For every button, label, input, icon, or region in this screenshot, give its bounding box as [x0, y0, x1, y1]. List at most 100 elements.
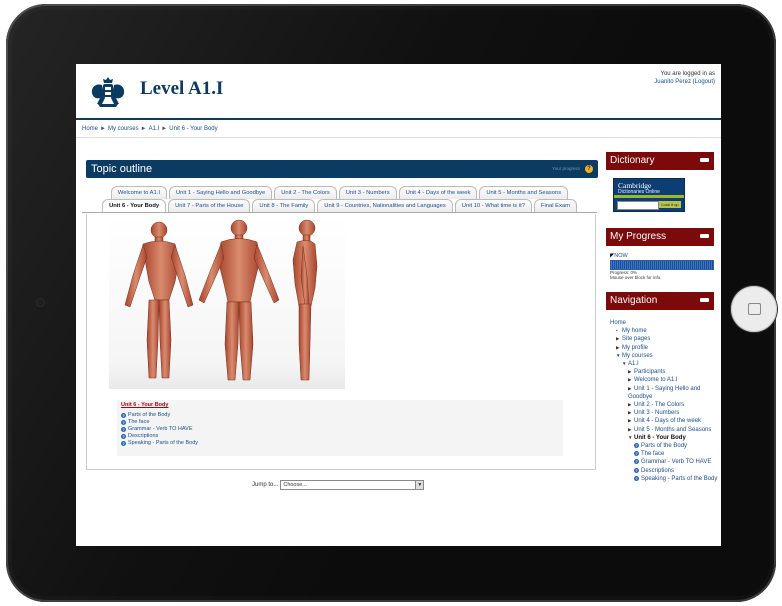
nav-item[interactable]: Home [610, 319, 718, 327]
nav-item[interactable]: ▶ Participants [610, 368, 718, 376]
nav-item[interactable]: ? Grammar - Verb TO HAVE [610, 458, 718, 466]
nav-item-label: Unit 1 - Saying Hello and Goodbye [628, 385, 701, 400]
quiz-icon: ? [121, 434, 126, 439]
dictionary-block-title: Dictionary [610, 155, 655, 166]
your-progress-label: Your progress [552, 166, 580, 171]
nav-item[interactable]: ▶ Unit 2 - The Colors [610, 401, 718, 409]
nav-item[interactable]: ▶ Unit 4 - Days of the week [610, 417, 718, 425]
breadcrumb-separator: ► [100, 126, 106, 132]
jump-to-select[interactable]: Choose... ▼ [280, 480, 425, 490]
activity-item[interactable]: ? The face [121, 419, 198, 426]
nav-item[interactable]: • My home [610, 327, 718, 335]
nav-item-label: Welcome to A1.I [634, 377, 678, 384]
nav-item[interactable]: ? Speaking - Parts of the Body [610, 475, 718, 483]
quiz-icon: ? [634, 451, 639, 457]
nav-item[interactable]: ▼ A1.I [610, 360, 718, 368]
block-collapse-icon[interactable] [700, 234, 709, 238]
nav-item[interactable]: ▼ My courses [610, 352, 718, 360]
progress-block-header: My Progress [606, 228, 714, 246]
navigation-block-title: Navigation [610, 295, 658, 306]
tab-unit-2-the-colors[interactable]: Unit 2 - The Colors [274, 186, 337, 199]
camera-icon [37, 299, 44, 306]
nav-item-label: Speaking - Parts of the Body [641, 475, 718, 482]
activity-list: ? Parts of the Body? The face? Grammar - Ve… [121, 412, 198, 447]
activity-label: Descriptions [128, 433, 159, 439]
tab-welcome-to-a1-i[interactable]: Welcome to A1.I [110, 186, 167, 199]
quiz-icon: ? [121, 420, 126, 425]
tab-unit-5-months-and-seasons[interactable]: Unit 5 - Months and Seasons [479, 186, 569, 199]
dictionary-block-header: Dictionary [606, 152, 714, 170]
quiz-icon: ? [634, 459, 639, 465]
jump-to-value: Choose... [283, 482, 307, 488]
breadcrumb-my-courses[interactable]: My courses [108, 126, 139, 132]
block-collapse-icon[interactable] [700, 158, 709, 162]
activity-item[interactable]: ? Grammar - Verb TO HAVE [121, 426, 198, 433]
tab-unit-10-what-time-is-it[interactable]: Unit 10 - What time is it? [454, 199, 532, 212]
dictionary-search-input[interactable] [617, 201, 659, 210]
tab-unit-1-saying-hello-and-goodbye[interactable]: Unit 1 - Saying Hello and Goodbye [168, 186, 273, 199]
tab-unit-6-your-body[interactable]: Unit 6 - Your Body [102, 199, 167, 212]
section-title-link[interactable]: Unit 6 - Your Body [121, 402, 168, 408]
tab-unit-3-numbers[interactable]: Unit 3 - Numbers [338, 186, 397, 199]
progress-text: Progress: 0% Mouse over block for info. [610, 270, 662, 280]
quiz-icon: ? [634, 443, 639, 449]
tabs-divider [82, 212, 597, 213]
nav-item[interactable]: ▶ Unit 3 - Numbers [610, 409, 718, 417]
activity-item[interactable]: ? Speaking - Parts of the Body [121, 440, 198, 447]
tab-unit-9-countries-nationalities-and-languages[interactable]: Unit 9 - Countries, Nationalities and La… [317, 199, 453, 212]
nav-item[interactable]: ? Parts of the Body [610, 442, 718, 450]
tab-unit-7-parts-of-the-house[interactable]: Unit 7 - Parts of the House [168, 199, 251, 212]
nav-item[interactable]: ▶ Unit 1 - Saying Hello and Goodbye [610, 385, 718, 401]
nav-item-label: Descriptions [641, 467, 675, 474]
nav-item-label: Participants [634, 369, 666, 376]
tab-row-2: Unit 6 - Your Body Unit 7 - Parts of the … [82, 199, 597, 212]
nav-item-label: A1.I [628, 361, 639, 368]
quiz-icon: ? [634, 475, 639, 481]
user-link[interactable]: Juanito Perez [654, 79, 691, 85]
anatomy-image [109, 214, 345, 389]
progress-now-label: NOW [614, 253, 628, 259]
header-divider [76, 118, 721, 120]
topic-outline-title: Topic outline [91, 163, 153, 175]
progress-bar[interactable] [610, 260, 714, 270]
logout-link[interactable]: (Logout) [693, 79, 715, 85]
nav-item-label: Parts of the Body [641, 443, 688, 450]
navigation-block-header: Navigation [606, 292, 714, 310]
nav-item-label: Home [610, 320, 627, 326]
progress-hint: Mouse over block for info. [610, 275, 662, 280]
look-it-up-button[interactable]: Look it up [659, 201, 681, 208]
nav-item[interactable]: ▶ Unit 5 - Months and Seasons [610, 426, 718, 434]
progress-now-marker: ◤NOW [610, 253, 628, 259]
nav-item[interactable]: ▶ Welcome to A1.I [610, 376, 718, 384]
tab-unit-4-days-of-the-week[interactable]: Unit 4 - Days of the week [398, 186, 478, 199]
block-collapse-icon[interactable] [700, 298, 709, 302]
breadcrumb: Home ► My courses ► A1.I ► Unit 6 - Your Body [82, 126, 218, 132]
unit-tabs: Welcome to A1.I Unit 1 - Saying Hello and… [82, 186, 597, 212]
nav-item[interactable]: ? Descriptions [610, 467, 718, 475]
muscle-figures-icon [124, 219, 318, 381]
breadcrumb-course[interactable]: A1.I [149, 126, 160, 132]
activity-label: Parts of the Body [128, 412, 171, 418]
breadcrumb-divider [76, 137, 721, 138]
login-line: You are logged in as [660, 71, 716, 77]
nav-item[interactable]: ▼ Unit 6 - Your Body [610, 434, 718, 442]
nav-item-label: Unit 5 - Months and Seasons [634, 426, 712, 433]
tab-final-exam[interactable]: Final Exam [533, 199, 577, 212]
home-square-icon [747, 303, 761, 315]
breadcrumb-current: Unit 6 - Your Body [169, 126, 218, 132]
activity-label: Grammar - Verb TO HAVE [128, 426, 193, 432]
nav-item[interactable]: ▶ Site pages [610, 335, 718, 343]
login-info: You are logged in as Juanito Perez (Logo… [654, 70, 715, 86]
chevron-down-icon: ▼ [415, 481, 424, 489]
tab-row-1: Welcome to A1.I Unit 1 - Saying Hello and… [82, 186, 597, 199]
nav-item[interactable]: ? The face [610, 450, 718, 458]
tab-unit-8-the-family[interactable]: Unit 8 - The Family [252, 199, 316, 212]
activity-item[interactable]: ? Descriptions [121, 433, 198, 440]
nav-item[interactable]: ▶ My profile [610, 344, 718, 352]
help-icon[interactable]: ? [585, 165, 593, 173]
breadcrumb-home[interactable]: Home [82, 126, 98, 132]
crest-logo-icon [91, 77, 125, 107]
activity-item[interactable]: ? Parts of the Body [121, 412, 198, 419]
quiz-icon: ? [121, 427, 126, 432]
home-button[interactable] [731, 286, 777, 332]
